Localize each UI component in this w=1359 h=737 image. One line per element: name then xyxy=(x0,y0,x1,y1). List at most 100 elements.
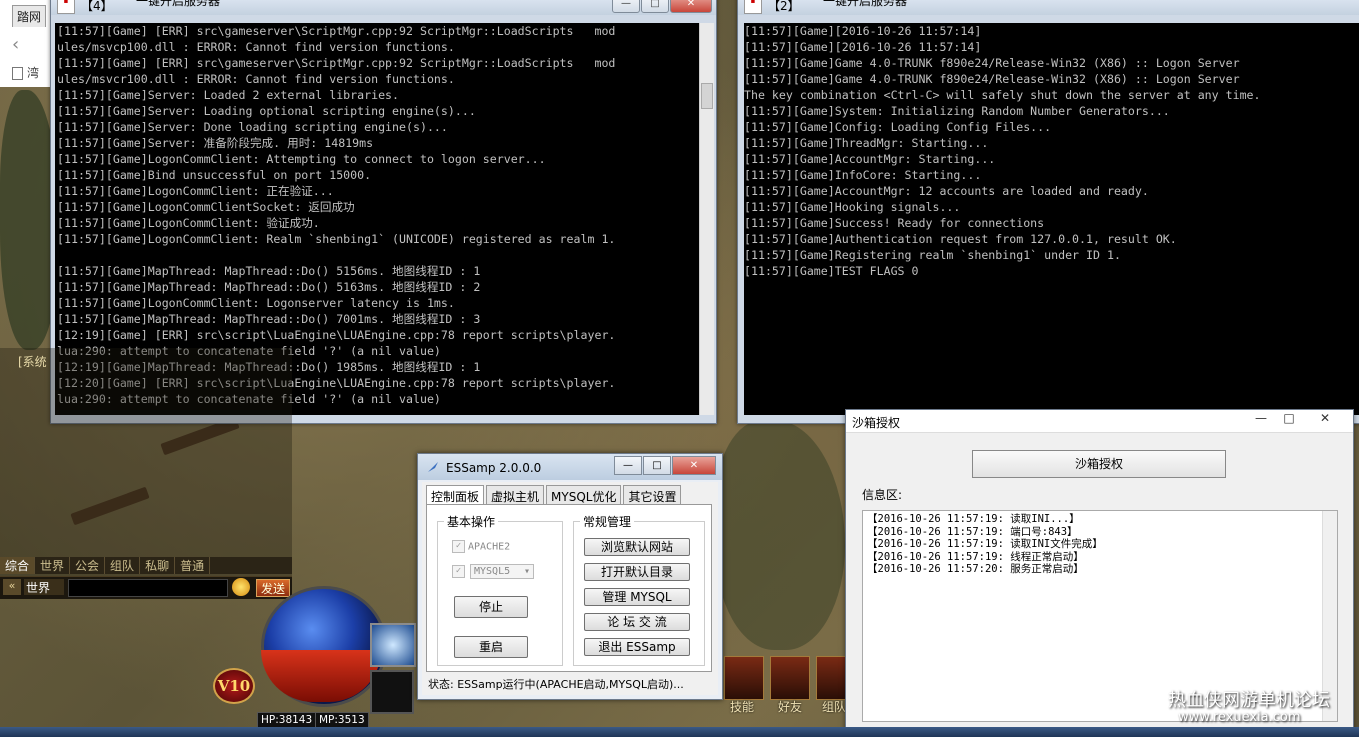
chat-tab[interactable]: 世界 xyxy=(35,557,71,574)
console-output[interactable]: [11:57][Game][2016-10-26 11:57:14] [11:57… xyxy=(744,23,1359,415)
minimize-button[interactable]: — xyxy=(612,0,640,13)
channel-select[interactable]: 世界 xyxy=(24,579,64,595)
stop-button[interactable]: 停止 xyxy=(454,596,528,618)
skills-button-icon[interactable] xyxy=(724,656,764,700)
console-line: ules/msvcr100.dll : ERROR: Cannot find v… xyxy=(57,72,455,86)
console-line: [11:57][Game]LogonCommClient: 验证成功. xyxy=(57,216,320,230)
mysql-select-value: MYSQL5 xyxy=(474,566,511,577)
basic-ops-group: 基本操作 ✓ APACHE2 ✓ MYSQL5 ▾ 停止 重启 xyxy=(437,513,563,666)
bookmark-item[interactable]: 湾 xyxy=(12,64,39,81)
app-icon: ▪ xyxy=(744,0,762,14)
game-menu-buttons: 技能 好友 组队 xyxy=(724,656,856,716)
health-fill xyxy=(261,650,381,702)
console-line: [11:57][Game]ThreadMgr: Starting... xyxy=(744,136,989,150)
system-message: [系统 xyxy=(18,355,47,369)
friends-button-icon[interactable] xyxy=(770,656,810,700)
skills-label: 技能 xyxy=(730,700,755,714)
chat-tab[interactable]: 组队 xyxy=(105,557,141,574)
console-line: [11:57][Game]InfoCore: Starting... xyxy=(744,168,982,182)
console-line: [11:57][Game]Server: Done loading script… xyxy=(57,120,448,134)
minimize-button[interactable]: — xyxy=(614,456,642,475)
console-line: ules/msvcp100.dll : ERROR: Cannot find v… xyxy=(57,40,455,54)
taskbar[interactable] xyxy=(0,727,1359,737)
restart-button[interactable]: 重启 xyxy=(454,636,528,658)
browser-tab[interactable]: 踏网 xyxy=(12,5,47,27)
exit-essamp-button[interactable]: 退出 ESSamp xyxy=(584,638,690,656)
essamp-window[interactable]: ESSamp 2.0.0.0 — □ ✕ 控制面板 虚拟主机 MYSQL优化 其… xyxy=(417,453,723,700)
back-arrow-icon[interactable]: ‹ xyxy=(12,34,19,55)
vip-badge[interactable]: V10 xyxy=(213,668,255,704)
chat-tab[interactable]: 综合 xyxy=(0,557,36,574)
manage-mysql-button[interactable]: 管理 MYSQL xyxy=(584,588,690,606)
group-title: 基本操作 xyxy=(444,513,499,530)
skill-slot[interactable] xyxy=(370,623,416,667)
console-line: [11:57][Game]Hooking signals... xyxy=(744,200,961,214)
browse-default-site-button[interactable]: 浏览默认网站 xyxy=(584,538,690,556)
info-area-label: 信息区: xyxy=(862,488,903,502)
chat-tabs: 综合 世界 公会 组队 私聊 普通 xyxy=(0,557,292,574)
item-slot[interactable] xyxy=(370,670,414,714)
console-line: [11:57][Game]LogonCommClient: Realm `she… xyxy=(57,232,616,246)
chat-tab[interactable]: 公会 xyxy=(70,557,106,574)
title-bar[interactable]: 沙箱授权 — □ ✕ xyxy=(846,410,1353,433)
vertical-scrollbar[interactable] xyxy=(699,23,714,415)
hp-readout: HP:38143 xyxy=(257,712,317,728)
console-window-right[interactable]: ▪ 【2】 一键开启服务器 [11:57][Game][2016-10-26 1… xyxy=(737,0,1359,424)
log-line: 【2016-10-26 11:57:19: 端口号:843】 xyxy=(867,525,1078,538)
maximize-button[interactable]: □ xyxy=(641,0,669,13)
collapse-arrow-icon[interactable]: « xyxy=(3,579,21,595)
console-line: [11:57][Game]Authentication request from… xyxy=(744,232,1177,246)
console-line: [11:57][Game]Server: 准备阶段完成. 用时: 14819ms xyxy=(57,136,374,150)
scrollbar-thumb[interactable] xyxy=(701,83,713,109)
apache-label: APACHE2 xyxy=(468,541,511,553)
close-button[interactable]: ✕ xyxy=(670,0,712,13)
console-line: [11:57][Game]Server: Loading optional sc… xyxy=(57,104,476,118)
console-line: [11:57][Game]Config: Loading Config File… xyxy=(744,120,1052,134)
close-button[interactable]: ✕ xyxy=(672,456,716,475)
console-line: [11:57][Game]LogonCommClient: Logonserve… xyxy=(57,296,455,310)
console-line: [11:57][Game]TEST FLAGS 0 xyxy=(744,264,919,278)
maximize-button[interactable]: □ xyxy=(643,456,671,475)
chat-input[interactable] xyxy=(68,579,228,597)
mp-readout: MP:3513 xyxy=(315,712,369,728)
mysql-checkbox[interactable]: ✓ xyxy=(452,565,468,578)
feather-icon xyxy=(428,462,438,472)
mysql-version-select[interactable]: MYSQL5 ▾ xyxy=(470,564,534,579)
document-icon xyxy=(12,67,23,80)
chat-tab[interactable]: 私聊 xyxy=(140,557,176,574)
check-icon: ✓ xyxy=(452,565,465,578)
console-line: [11:57][Game]AccountMgr: Starting... xyxy=(744,152,996,166)
console-line: [11:57][Game]Game 4.0-TRUNK f890e24/Rele… xyxy=(744,72,1240,86)
minimize-button[interactable]: — xyxy=(1247,410,1275,426)
close-button[interactable]: ✕ xyxy=(1303,410,1347,426)
status-bar: 状态: ESSamp运行中(APACHE启动,MYSQL启动)... xyxy=(428,678,684,691)
window-title: 一键开启服务器 xyxy=(136,0,221,8)
maximize-button[interactable]: □ xyxy=(1275,410,1303,426)
window-title: 沙箱授权 xyxy=(852,416,901,430)
title-bar[interactable]: ▪ 【4】 一键开启服务器 — □ ✕ xyxy=(51,0,716,15)
team-label: 组队 xyxy=(822,700,847,714)
console-line: [11:57][Game]Game 4.0-TRUNK f890e24/Rele… xyxy=(744,56,1240,70)
forum-button[interactable]: 论 坛 交 流 xyxy=(584,613,690,631)
apache-checkbox[interactable]: ✓ APACHE2 xyxy=(452,540,510,553)
window-title: 一键开启服务器 xyxy=(823,0,908,8)
console-line: [11:57][Game]Success! Ready for connecti… xyxy=(744,216,1045,230)
open-default-dir-button[interactable]: 打开默认目录 xyxy=(584,563,690,581)
console-line: [11:57][Game]MapThread: MapThread::Do() … xyxy=(57,312,481,326)
chat-tab[interactable]: 普通 xyxy=(175,557,211,574)
window-badge: 【2】 xyxy=(768,0,800,13)
console-line: [11:57][Game][2016-10-26 11:57:14] xyxy=(744,24,982,38)
log-lines: 【2016-10-26 11:57:19: 读取INI...】 【2016-10-… xyxy=(867,513,1103,576)
title-bar[interactable]: ▪ 【2】 一键开启服务器 xyxy=(738,0,1359,15)
console-line: [11:57][Game]MapThread: MapThread::Do() … xyxy=(57,264,481,278)
sandbox-auth-window[interactable]: 沙箱授权 — □ ✕ 沙箱授权 信息区: 【2016-10-26 11:57:1… xyxy=(845,409,1354,731)
log-line: 【2016-10-26 11:57:19: 线程正常启动】 xyxy=(867,550,1084,563)
title-bar[interactable]: ESSamp 2.0.0.0 — □ ✕ xyxy=(418,454,722,480)
console-line: [11:57][Game][2016-10-26 11:57:14] xyxy=(744,40,982,54)
hp-mp-orb: V10 xyxy=(213,580,387,720)
console-line: [11:57][Game]Bind unsuccessful on port 1… xyxy=(57,168,372,182)
sandbox-auth-button[interactable]: 沙箱授权 xyxy=(972,450,1226,478)
console-line: [11:57][Game]LogonCommClient: 正在验证... xyxy=(57,184,334,198)
console-line: [11:57][Game]Registering realm `shenbing… xyxy=(744,248,1121,262)
